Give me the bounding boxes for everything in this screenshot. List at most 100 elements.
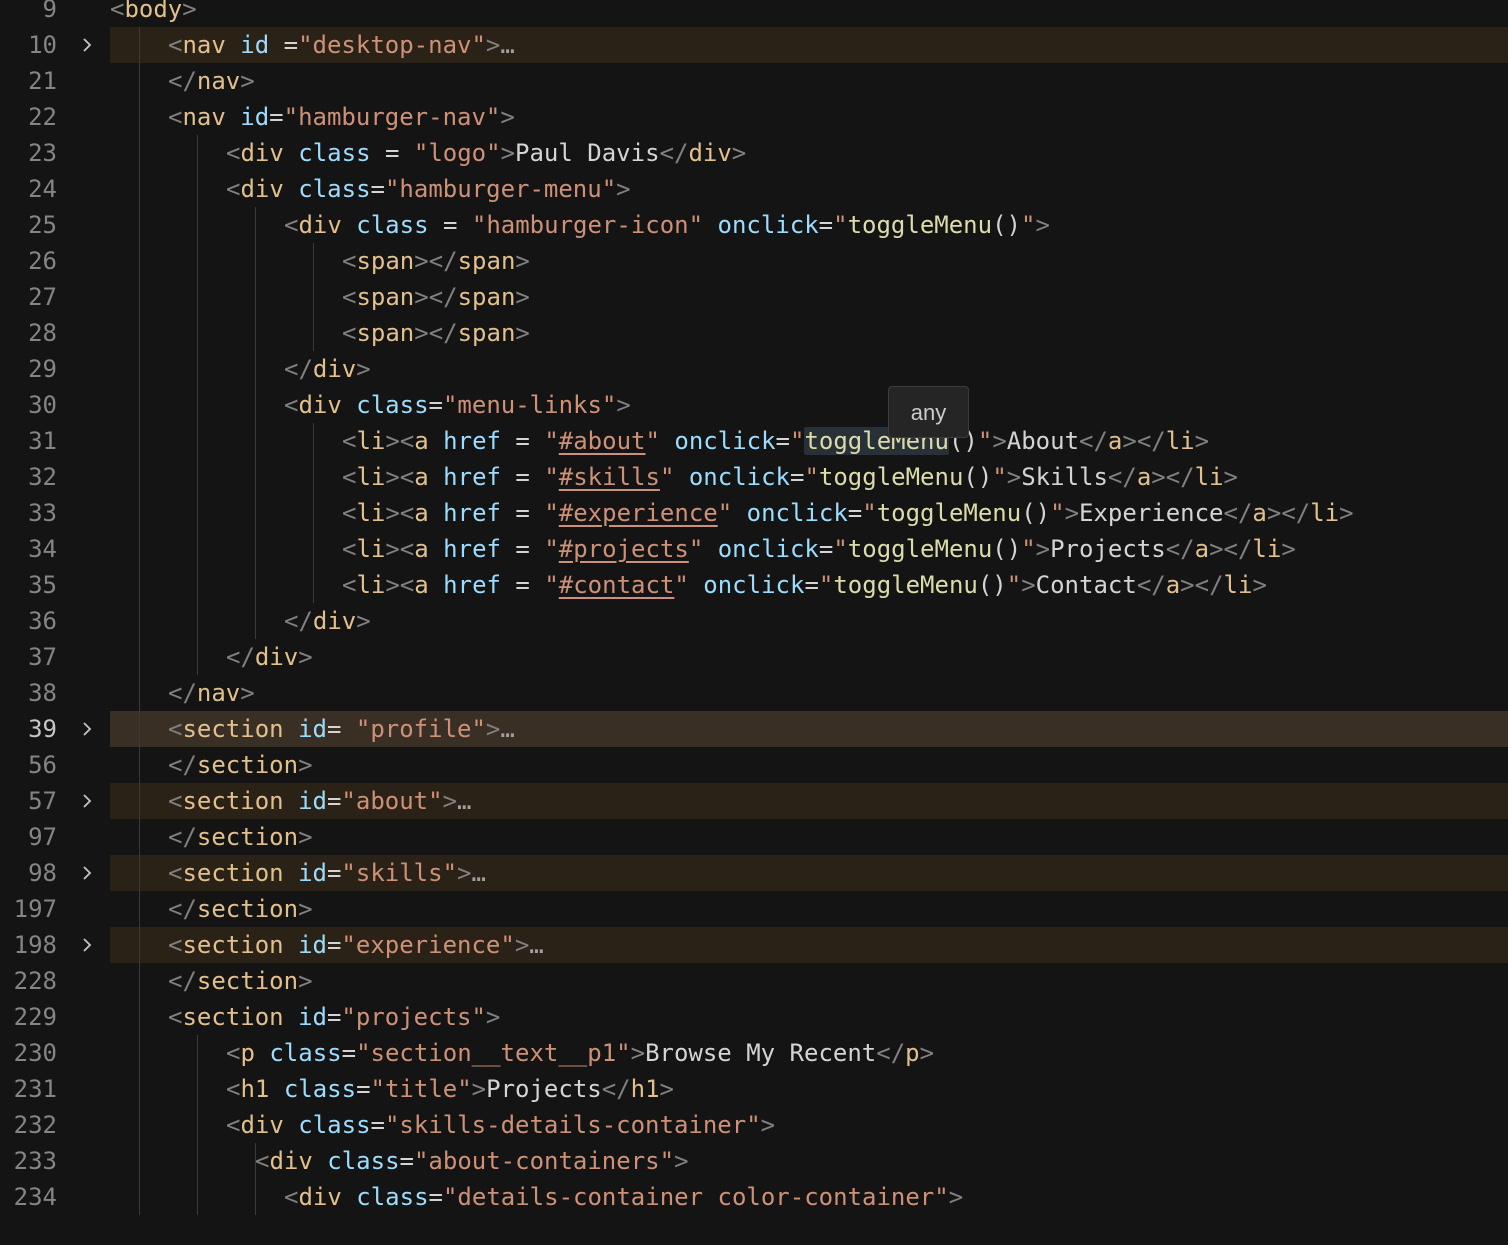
code-token: > — [457, 859, 472, 887]
code-token: section — [182, 715, 284, 743]
code-token: class — [298, 139, 371, 167]
code-editor[interactable]: 9 <body> 10 <nav id ="desktop-nav">… 21 </nav… — [0, 0, 1508, 1245]
code-token: li — [356, 499, 386, 527]
code-token: href — [443, 499, 501, 527]
code-line[interactable]: 9 <body> — [0, 0, 1508, 27]
code-text[interactable]: <span></span> — [342, 279, 530, 315]
code-text[interactable]: <section id="about">… — [168, 783, 471, 819]
code-text[interactable]: </div> — [226, 639, 313, 675]
code-text[interactable]: </div> — [284, 603, 371, 639]
code-line[interactable]: 28 <span></span> — [0, 315, 1508, 351]
code-text[interactable]: <nav id ="desktop-nav">… — [168, 27, 515, 63]
code-line[interactable]: 198 <section id="experience">… — [0, 927, 1508, 963]
code-token: toggleMenu — [833, 571, 978, 599]
code-line[interactable]: 36 </div> — [0, 603, 1508, 639]
code-line[interactable]: 27 <span></span> — [0, 279, 1508, 315]
code-line[interactable]: 233 <div class="about-containers"> — [0, 1143, 1508, 1179]
code-line[interactable]: 56 </section> — [0, 747, 1508, 783]
code-text[interactable]: </section> — [168, 963, 313, 999]
code-text[interactable]: <section id="experience">… — [168, 927, 544, 963]
code-line[interactable]: 23 <div class = "logo">Paul Davis</div> — [0, 135, 1508, 171]
fold-ellipsis[interactable]: … — [529, 931, 543, 959]
chevron-right-icon[interactable] — [78, 36, 96, 54]
code-text[interactable]: </nav> — [168, 63, 255, 99]
code-text[interactable]: <div class="skills-details-container"> — [226, 1107, 775, 1143]
code-line[interactable]: 32 <li><a href = "#skills" onclick="toggl… — [0, 459, 1508, 495]
code-text[interactable]: <span></span> — [342, 315, 530, 351]
line-number: 229 — [13, 1003, 57, 1031]
code-text[interactable]: <h1 class="title">Projects</h1> — [226, 1071, 674, 1107]
code-line[interactable]: 197 </section> — [0, 891, 1508, 927]
code-text[interactable]: </nav> — [168, 675, 255, 711]
code-line[interactable]: 35 <li><a href = "#contact" onclick="togg… — [0, 567, 1508, 603]
code-text[interactable]: <section id= "profile">… — [168, 711, 515, 747]
chevron-right-icon[interactable] — [78, 864, 96, 882]
code-text[interactable]: <li><a href = "#experience" onclick="tog… — [342, 495, 1354, 531]
code-text[interactable]: <div class="hamburger-menu"> — [226, 171, 631, 207]
code-text[interactable]: <section id="skills">… — [168, 855, 486, 891]
code-text[interactable]: <p class="section__text__p1">Browse My R… — [226, 1035, 934, 1071]
code-text[interactable]: </section> — [168, 819, 313, 855]
code-line[interactable]: 21 </nav> — [0, 63, 1508, 99]
code-text[interactable]: <div class = "logo">Paul Davis</div> — [226, 135, 746, 171]
code-text[interactable]: <section id="projects"> — [168, 999, 500, 1035]
code-line[interactable]: 22 <nav id="hamburger-nav"> — [0, 99, 1508, 135]
code-line[interactable]: 230 <p class="section__text__p1">Browse M… — [0, 1035, 1508, 1071]
code-line[interactable]: 26 <span></span> — [0, 243, 1508, 279]
code-text[interactable]: </section> — [168, 747, 313, 783]
chevron-right-icon[interactable] — [78, 792, 96, 810]
fold-ellipsis[interactable]: … — [457, 787, 471, 815]
code-text[interactable]: <li><a href = "#projects" onclick="toggl… — [342, 531, 1296, 567]
code-text[interactable]: <div class="menu-links"> — [284, 387, 631, 423]
indent-guide — [197, 387, 198, 423]
fold-ellipsis[interactable]: … — [471, 859, 485, 887]
code-text[interactable]: </section> — [168, 891, 313, 927]
code-line[interactable]: 37 </div> — [0, 639, 1508, 675]
code-line[interactable]: 30 <div class="menu-links"> — [0, 387, 1508, 423]
code-line[interactable]: 231 <h1 class="title">Projects</h1> — [0, 1071, 1508, 1107]
code-token: a — [414, 463, 429, 491]
code-text[interactable]: </div> — [284, 351, 371, 387]
code-line[interactable]: 98 <section id="skills">… — [0, 855, 1508, 891]
code-text[interactable]: <nav id="hamburger-nav"> — [168, 99, 515, 135]
code-token: " — [544, 499, 559, 527]
code-line[interactable]: 57 <section id="about">… — [0, 783, 1508, 819]
code-token: < — [168, 1003, 183, 1031]
code-text[interactable]: <div class="details-container color-cont… — [284, 1179, 963, 1215]
code-line[interactable]: 38 </nav> — [0, 675, 1508, 711]
code-text[interactable]: <li><a href = "#about" onclick="toggleMe… — [342, 423, 1209, 459]
code-line[interactable]: 31 <li><a href = "#about" onclick="toggle… — [0, 423, 1508, 459]
code-text[interactable]: <body> — [110, 0, 197, 27]
code-token: = — [790, 463, 805, 491]
chevron-right-icon[interactable] — [78, 936, 96, 954]
indent-guide — [139, 819, 140, 855]
code-line[interactable]: 97 </section> — [0, 819, 1508, 855]
code-line[interactable]: 24 <div class="hamburger-menu"> — [0, 171, 1508, 207]
code-text[interactable]: <span></span> — [342, 243, 530, 279]
code-token: = — [428, 391, 443, 419]
code-line[interactable]: 25 <div class = "hamburger-icon" onclick=… — [0, 207, 1508, 243]
code-line[interactable]: 10 <nav id ="desktop-nav">… — [0, 27, 1508, 63]
line-number: 21 — [28, 67, 57, 95]
code-line[interactable]: 228 </section> — [0, 963, 1508, 999]
code-token: #skills — [558, 463, 660, 491]
code-line[interactable]: 39 <section id= "profile">… — [0, 711, 1508, 747]
code-line[interactable]: 229 <section id="projects"> — [0, 999, 1508, 1035]
chevron-right-icon[interactable] — [78, 720, 96, 738]
code-line[interactable]: 29 </div> — [0, 351, 1508, 387]
code-token: a — [1136, 463, 1152, 491]
code-line[interactable]: 33 <li><a href = "#experience" onclick="t… — [0, 495, 1508, 531]
code-token: "skills" — [341, 859, 458, 887]
code-line[interactable]: 232 <div class="skills-details-container"… — [0, 1107, 1508, 1143]
code-token: #contact — [558, 571, 675, 599]
fold-ellipsis[interactable]: … — [500, 715, 514, 743]
code-text[interactable]: <div class="about-containers"> — [255, 1143, 689, 1179]
fold-ellipsis[interactable]: … — [500, 31, 514, 59]
code-line[interactable]: 234 <div class="details-container color-c… — [0, 1179, 1508, 1215]
code-token: a — [1252, 499, 1267, 527]
code-line[interactable]: 34 <li><a href = "#projects" onclick="tog… — [0, 531, 1508, 567]
code-text[interactable]: <li><a href = "#skills" onclick="toggleM… — [342, 459, 1238, 495]
code-token: id — [298, 787, 327, 815]
code-text[interactable]: <div class = "hamburger-icon" onclick="t… — [284, 207, 1050, 243]
code-text[interactable]: <li><a href = "#contact" onclick="toggle… — [342, 567, 1267, 603]
